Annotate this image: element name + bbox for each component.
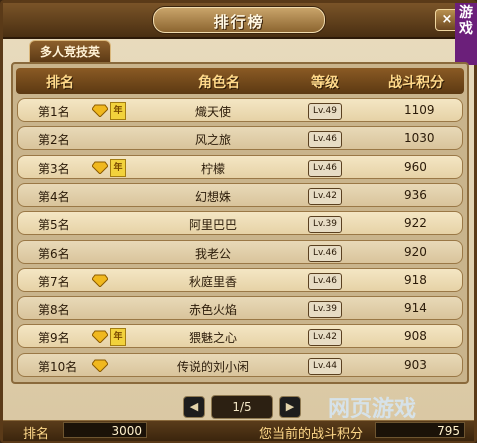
brand-badge: 游戏 (455, 3, 477, 65)
score-cell: 1109 (404, 103, 435, 117)
header-level: 等级 (311, 75, 339, 91)
table-row[interactable]: 第10名 传说的刘小闲 Lv.44 903 (17, 352, 463, 377)
watermark: 网页游戏 (328, 397, 417, 422)
score-cell: 960 (404, 159, 427, 174)
rank-cell: 第8名 (38, 303, 70, 318)
year-badge-icon: 年 (110, 102, 126, 120)
header-name: 角色名 (198, 75, 240, 91)
footer-bar: 排名 3000 您当前的战斗积分 795 (3, 420, 474, 442)
gem-icon (92, 359, 108, 372)
level-badge: Lv.42 (308, 329, 342, 347)
score-cell: 908 (404, 329, 427, 344)
level-badge: Lv.39 (308, 216, 342, 234)
level-badge: Lv.46 (308, 131, 342, 149)
level-badge: Lv.46 (308, 159, 342, 177)
table-row[interactable]: 第8名 赤色火焰 Lv.39 914 (17, 296, 463, 321)
year-badge-icon: 年 (110, 328, 126, 347)
name-cell: 赤色火焰 (188, 303, 237, 318)
name-cell: 猥魅之心 (188, 331, 237, 346)
score-cell: 922 (404, 216, 427, 231)
table-row[interactable]: 第2名 风之旅 Lv.46 1030 (17, 126, 463, 151)
rank-cell: 第7名 (38, 274, 70, 289)
score-cell: 903 (404, 357, 427, 372)
rank-cell: 第6名 (38, 246, 70, 261)
title-plate: 排行榜 (153, 7, 325, 33)
gem-icon (92, 161, 108, 174)
header-rank: 排名 (46, 75, 74, 91)
pager: ◀ 1/5 ▶ (181, 395, 301, 419)
footer-rank-label: 排名 (23, 427, 50, 442)
title-bar: 排行榜 × (3, 3, 474, 39)
table-row[interactable]: 第9名 猥魅之心 Lv.42 908 年 (17, 324, 463, 349)
score-cell: 920 (404, 244, 427, 259)
rank-cell: 第10名 (38, 359, 78, 374)
rank-cell: 第1名 (38, 105, 70, 119)
rank-cell: 第9名 (38, 331, 70, 346)
table-row[interactable]: 第4名 幻想姝 Lv.42 936 (17, 182, 463, 207)
name-cell: 传说的刘小闲 (176, 359, 249, 374)
next-page-button[interactable]: ▶ (279, 396, 301, 418)
table-row[interactable]: 第6名 我老公 Lv.46 920 (17, 239, 463, 264)
window-title: 排行榜 (213, 13, 265, 31)
gem-icon (92, 330, 108, 344)
level-badge: Lv.44 (308, 357, 342, 375)
year-badge-icon: 年 (110, 158, 126, 177)
name-cell: 幻想姝 (194, 189, 231, 204)
score-cell: 914 (404, 301, 427, 316)
name-cell: 柠檬 (200, 161, 225, 176)
table-header: 排名 角色名 等级 战斗积分 (16, 68, 464, 94)
gem-icon (92, 274, 108, 287)
table-row[interactable]: 第3名 柠檬 Lv.46 960 年 (17, 154, 463, 179)
score-cell: 918 (404, 272, 427, 287)
footer-score-label: 您当前的战斗积分 (259, 427, 364, 442)
table-row[interactable]: 第7名 秋庭里香 Lv.46 918 (17, 267, 463, 292)
name-cell: 熾天使 (194, 105, 231, 119)
level-badge: Lv.46 (308, 272, 342, 290)
name-cell: 风之旅 (194, 133, 231, 148)
level-badge: Lv.49 (308, 103, 342, 120)
tab-multiplayer-arena[interactable]: 多人竞技英 (29, 40, 111, 64)
score-cell: 1030 (404, 131, 435, 146)
gem-icon (92, 104, 108, 117)
score-cell: 936 (404, 187, 427, 202)
rank-cell: 第2名 (38, 133, 70, 148)
footer-rank-value: 3000 (63, 422, 147, 438)
name-cell: 秋庭里香 (188, 274, 237, 289)
level-badge: Lv.42 (308, 187, 342, 205)
rank-cell: 第3名 (38, 161, 70, 176)
prev-page-button[interactable]: ◀ (183, 396, 205, 418)
level-badge: Lv.39 (308, 301, 342, 319)
rank-cell: 第4名 (38, 189, 70, 204)
table-row[interactable]: 第1名 熾天使 Lv.49 1109 年 (17, 98, 463, 122)
table-row[interactable]: 第5名 阿里巴巴 Lv.39 922 (17, 211, 463, 236)
footer-score-value: 795 (375, 422, 465, 438)
header-score: 战斗积分 (388, 75, 444, 91)
page-indicator: 1/5 (211, 395, 273, 419)
ranking-panel: 排名 角色名 等级 战斗积分 第1名 熾天使 Lv.49 1109 年第2名 风之旅 Lv.… (11, 62, 469, 384)
ranking-window: 排行榜 × 游戏 多人竞技英 排名 角色名 等级 战斗积分 第1名 熾天使 Lv.4… (0, 0, 477, 443)
name-cell: 阿里巴巴 (188, 218, 237, 233)
name-cell: 我老公 (194, 246, 231, 261)
rank-cell: 第5名 (38, 218, 70, 233)
level-badge: Lv.46 (308, 244, 342, 262)
